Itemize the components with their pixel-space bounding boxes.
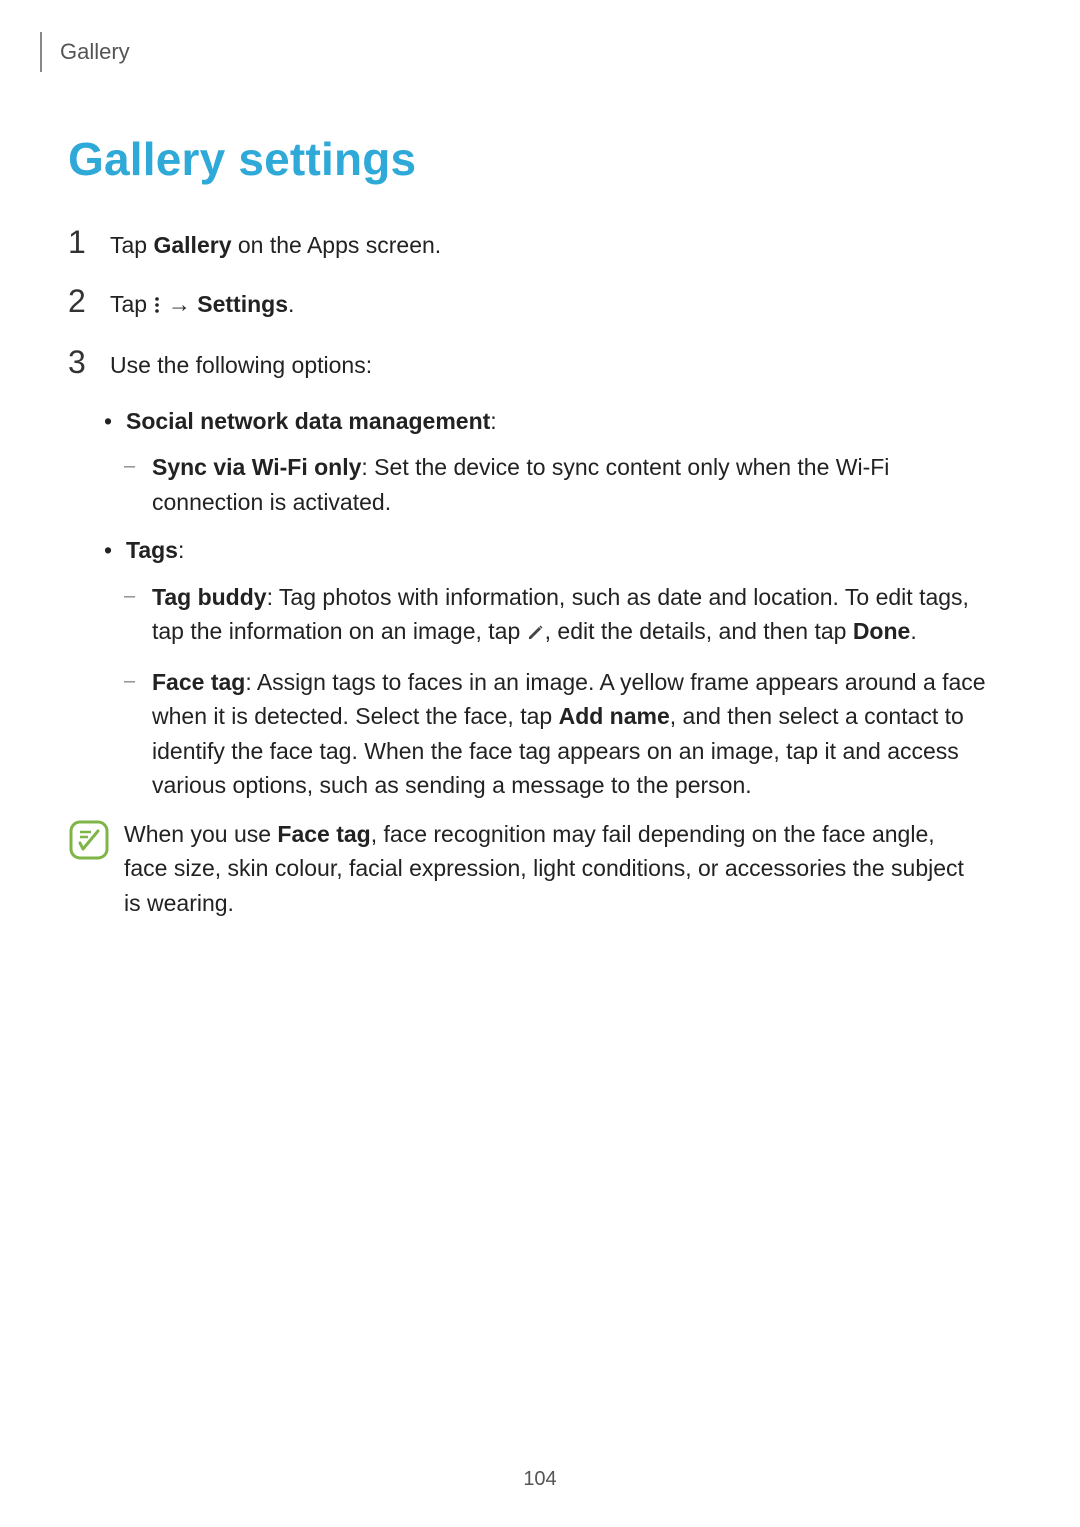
sub-text: Face tag: Assign tags to faces in an ima… <box>152 665 992 803</box>
bold-text: Add name <box>559 703 670 729</box>
text: . <box>910 618 916 644</box>
bullet-text: Social network data management: <box>126 404 497 439</box>
note-block: When you use Face tag, face recognition … <box>68 817 1020 921</box>
dash-icon: – <box>124 665 142 803</box>
note-text: When you use Face tag, face recognition … <box>124 817 984 921</box>
note-info-icon <box>68 819 110 921</box>
page-title: Gallery settings <box>68 132 1020 186</box>
text: on the Apps screen. <box>231 232 441 258</box>
text: , edit the details, and then tap <box>545 618 853 644</box>
text: Tap <box>110 291 153 317</box>
step-number: 3 <box>68 344 92 381</box>
step-text: Use the following options: <box>110 349 372 381</box>
step-number: 2 <box>68 283 92 320</box>
sub-list: – Tag buddy: Tag photos with information… <box>68 580 1020 803</box>
step-1: 1 Tap Gallery on the Apps screen. <box>68 224 1020 261</box>
page-header: Gallery <box>40 32 1020 72</box>
sub-item: – Sync via Wi-Fi only: Set the device to… <box>124 450 1020 519</box>
bullet-text: Tags: <box>126 533 184 568</box>
step-text: Tap Gallery on the Apps screen. <box>110 229 441 261</box>
arrow-text: → <box>161 291 197 317</box>
bullet-item: • Social network data management: <box>98 404 1020 439</box>
page-number: 104 <box>0 1468 1080 1491</box>
step-number: 1 <box>68 224 92 261</box>
dash-icon: – <box>124 450 142 519</box>
bold-text: Gallery <box>153 232 231 258</box>
text: : <box>490 408 496 434</box>
header-section-text: Gallery <box>60 39 130 65</box>
text: . <box>288 291 294 317</box>
bold-label: Face tag <box>152 669 245 695</box>
bullet-dot-icon: • <box>98 533 118 568</box>
bullet-item: • Tags: <box>98 533 1020 568</box>
bold-label: Sync via Wi-Fi only <box>152 454 361 480</box>
bullet-list: • Tags: <box>68 533 1020 568</box>
bullet-list: • Social network data management: <box>68 404 1020 439</box>
dash-icon: – <box>124 580 142 651</box>
bold-text: Face tag <box>277 821 370 847</box>
step-3: 3 Use the following options: <box>68 344 1020 381</box>
text: Tap <box>110 232 153 258</box>
sub-list: – Sync via Wi-Fi only: Set the device to… <box>68 450 1020 519</box>
bold-label: Tag buddy <box>152 584 267 610</box>
bold-label: Social network data management <box>126 408 490 434</box>
bold-text: Done <box>853 618 911 644</box>
header-bar <box>40 32 42 72</box>
text: When you use <box>124 821 277 847</box>
step-2: 2 Tap → Settings. <box>68 283 1020 322</box>
bold-label: Tags <box>126 537 178 563</box>
sub-item: – Face tag: Assign tags to faces in an i… <box>124 665 1020 803</box>
bold-text: Settings <box>197 291 288 317</box>
sub-text: Sync via Wi-Fi only: Set the device to s… <box>152 450 992 519</box>
step-text: Tap → Settings. <box>110 288 294 322</box>
sub-text: Tag buddy: Tag photos with information, … <box>152 580 992 651</box>
bullet-dot-icon: • <box>98 404 118 439</box>
edit-pencil-icon <box>527 616 545 651</box>
sub-item: – Tag buddy: Tag photos with information… <box>124 580 1020 651</box>
text: : <box>178 537 184 563</box>
